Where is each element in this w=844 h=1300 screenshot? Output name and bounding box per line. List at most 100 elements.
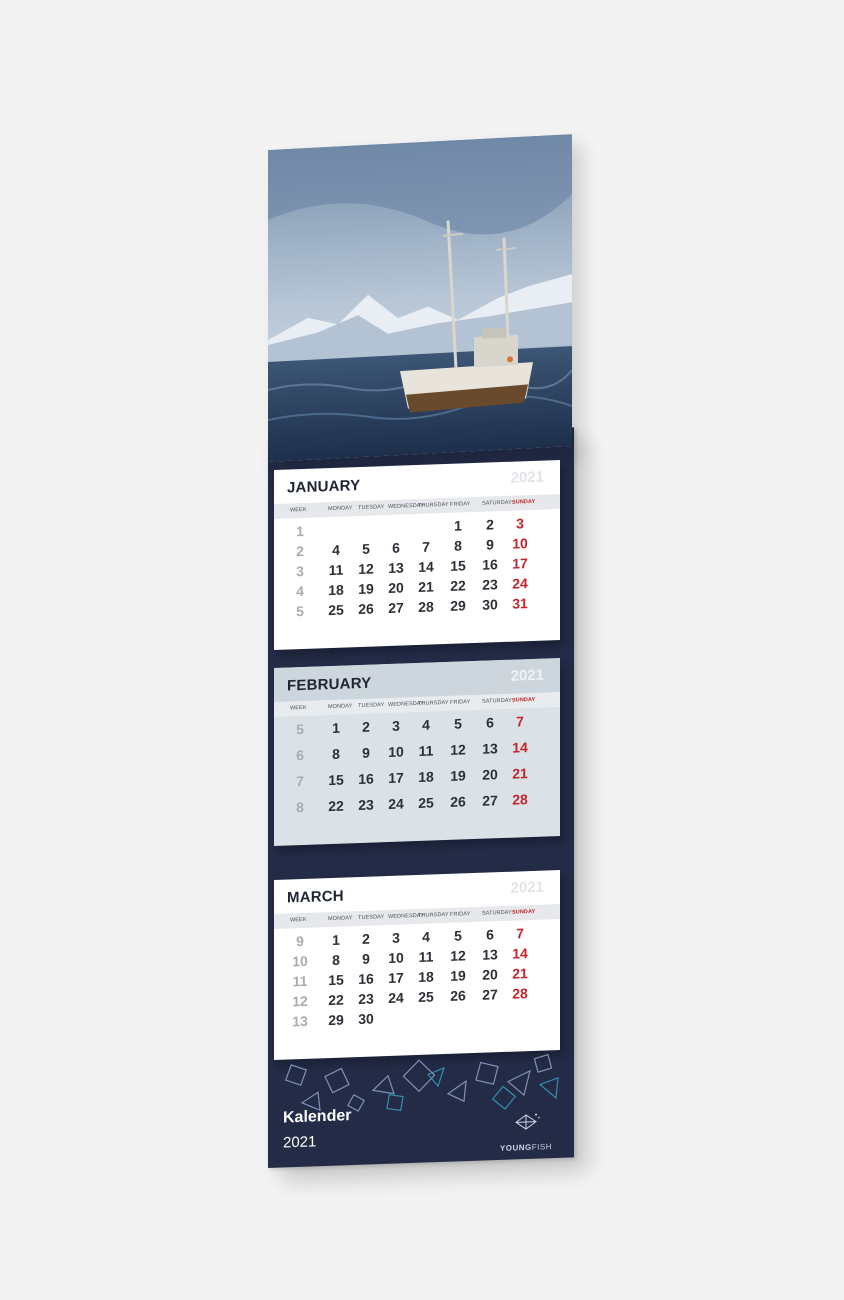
day-date: 25 (418, 794, 434, 811)
weekday-label-monday: MONDAY (328, 505, 353, 513)
day-date: 2 (362, 930, 370, 947)
month-name: MARCH (287, 887, 344, 907)
day-date: 8 (332, 951, 340, 968)
day-date: 13 (482, 740, 498, 757)
day-date: 17 (388, 769, 404, 787)
day-date: 11 (418, 948, 434, 965)
weekday-label-friday: FRIDAY (450, 501, 471, 508)
footer-title: Kalender (283, 1107, 352, 1127)
sunday-date: 14 (512, 739, 528, 756)
day-date: 12 (450, 947, 466, 964)
weekday-label-thursday: THURSDAY (418, 699, 449, 707)
day-date: 25 (328, 601, 344, 619)
day-date: 20 (388, 579, 404, 597)
sunday-date: 28 (512, 791, 528, 808)
month-name: FEBRUARY (287, 674, 372, 695)
weekday-label-saturday: SATURDAY (482, 697, 512, 705)
sunday-date: 3 (516, 515, 524, 532)
month-year: 2021 (510, 468, 544, 487)
day-date: 1 (332, 719, 340, 736)
day-date: 15 (328, 771, 344, 789)
day-date: 16 (482, 556, 498, 573)
day-date: 19 (450, 967, 466, 984)
day-date: 15 (450, 557, 466, 574)
month-year: 2021 (510, 666, 544, 685)
day-date: 26 (450, 987, 466, 1004)
week-number: 8 (296, 798, 304, 816)
day-date: 10 (388, 743, 404, 761)
weekday-label-saturday: SATURDAY (482, 909, 512, 917)
week-number: 1 (296, 522, 304, 540)
week-number: 3 (296, 562, 304, 580)
footer-year: 2021 (283, 1133, 317, 1152)
day-date: 5 (454, 927, 462, 944)
sunday-date: 28 (512, 985, 528, 1002)
day-date: 26 (358, 600, 374, 618)
weekday-label-monday: MONDAY (328, 703, 353, 711)
week-number: 5 (296, 602, 304, 620)
day-date: 19 (450, 767, 466, 784)
day-date: 18 (328, 581, 344, 599)
weekday-label-tuesday: TUESDAY (358, 702, 385, 710)
brand-logo-text: YOUNGFISH (500, 1142, 552, 1153)
day-date: 4 (422, 716, 430, 733)
day-date: 16 (358, 970, 374, 988)
day-date: 22 (328, 797, 344, 815)
week-number: 11 (292, 972, 308, 990)
day-date: 28 (418, 598, 434, 615)
day-date: 18 (418, 968, 434, 985)
week-number: 12 (292, 992, 308, 1010)
weekday-label-sunday: SUNDAY (512, 696, 536, 704)
month-name: JANUARY (287, 476, 361, 497)
day-date: 30 (358, 1010, 374, 1028)
day-date: 13 (388, 559, 404, 577)
day-date: 27 (388, 599, 404, 617)
day-date: 6 (392, 539, 400, 556)
weekday-label-tuesday: TUESDAY (358, 504, 385, 512)
day-date: 23 (482, 576, 498, 593)
day-date: 25 (418, 988, 434, 1005)
day-date: 21 (418, 578, 434, 595)
weekday-label-friday: FRIDAY (450, 911, 471, 918)
day-date: 13 (482, 946, 498, 963)
day-date: 14 (418, 558, 434, 575)
sunday-date: 10 (512, 535, 528, 552)
weekday-label-week: WEEK (290, 916, 307, 924)
sunday-date: 24 (512, 575, 528, 592)
week-number: 2 (296, 542, 304, 560)
scene: JANUARY 2021 WEEK MONDAY TUESDAY WEDNESDAY T… (0, 0, 844, 1300)
weekday-label-thursday: THURSDAY (418, 501, 449, 509)
day-date: 17 (388, 969, 404, 987)
week-number: 13 (292, 1012, 308, 1030)
weekday-label-sunday: SUNDAY (512, 908, 536, 916)
day-date: 5 (362, 540, 370, 557)
brand-bold: YOUNG (499, 1142, 532, 1153)
weekday-label-saturday: SATURDAY (482, 499, 512, 507)
day-date: 10 (388, 949, 404, 967)
day-date: 2 (486, 516, 494, 533)
brand-light: FISH (531, 1142, 552, 1152)
day-date: 20 (482, 966, 498, 983)
weekday-label-week: WEEK (290, 704, 307, 712)
sunday-date: 14 (512, 945, 528, 962)
day-date: 2 (362, 718, 370, 735)
day-date: 9 (362, 744, 370, 761)
day-date: 8 (454, 537, 462, 554)
day-date: 5 (454, 715, 462, 732)
day-date: 24 (388, 795, 404, 813)
day-date: 20 (482, 766, 498, 783)
fishing-boat-photo (268, 134, 572, 462)
month-year: 2021 (510, 878, 544, 897)
day-date: 16 (358, 770, 374, 788)
day-date: 12 (450, 741, 466, 758)
day-date: 3 (392, 929, 400, 946)
fish-icon (515, 1113, 540, 1130)
day-date: 6 (486, 714, 494, 731)
sunday-date: 7 (516, 713, 524, 730)
day-date: 19 (358, 580, 374, 598)
day-date: 30 (482, 596, 498, 613)
day-date: 12 (358, 560, 374, 578)
sunday-date: 21 (512, 765, 528, 782)
week-number: 7 (296, 772, 304, 790)
day-date: 3 (392, 717, 400, 734)
